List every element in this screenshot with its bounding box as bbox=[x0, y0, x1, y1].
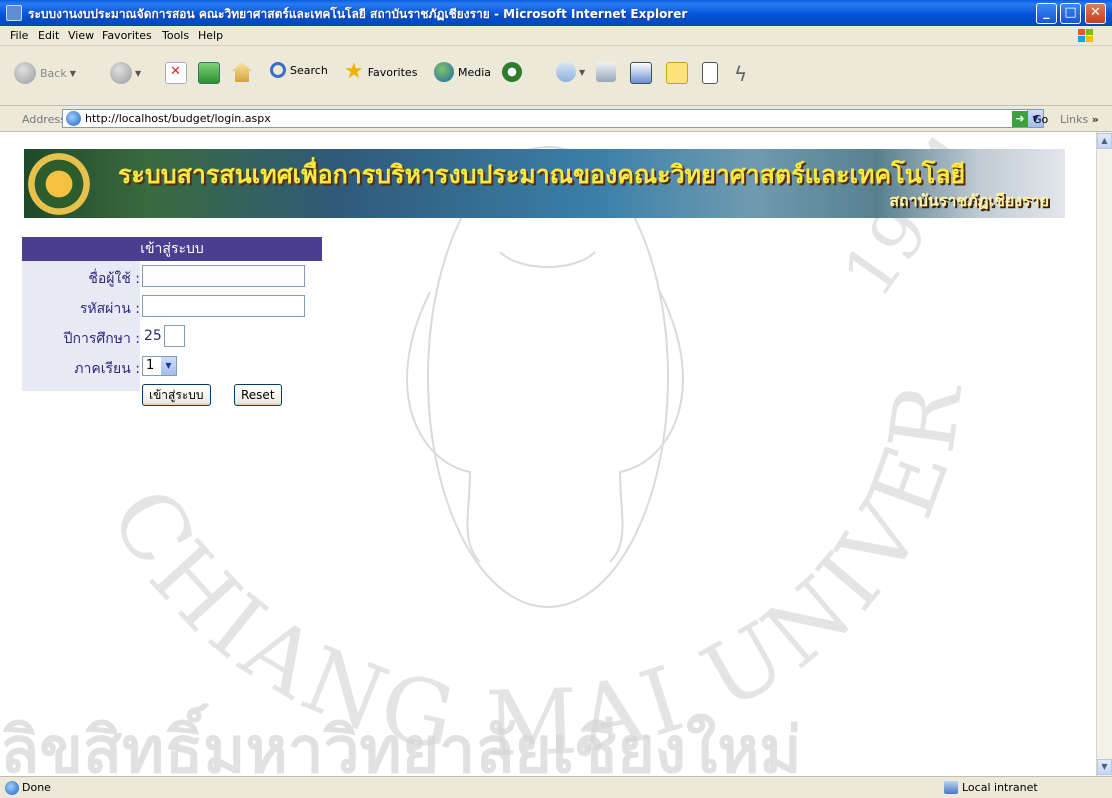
menu-favorites[interactable]: Favorites bbox=[102, 29, 152, 42]
scroll-up-icon[interactable]: ▲ bbox=[1097, 133, 1112, 149]
research-icon bbox=[702, 62, 718, 84]
watermark-arc-text: CHIANG MAI UNIVERSITY bbox=[0, 132, 978, 776]
status-bar: Done Local intranet bbox=[0, 776, 1112, 798]
year-row: ปีการศึกษา : 25 bbox=[22, 321, 322, 351]
password-label: รหัสผ่าน : bbox=[79, 298, 140, 320]
go-arrow-icon: ➜ bbox=[1012, 111, 1028, 127]
status-text: Done bbox=[22, 781, 51, 794]
messenger-button[interactable]: ϟ bbox=[734, 62, 747, 86]
password-row: รหัสผ่าน : bbox=[22, 291, 322, 321]
menu-view[interactable]: View bbox=[68, 29, 94, 42]
address-label: Address bbox=[22, 113, 66, 126]
back-arrow-icon bbox=[14, 62, 36, 84]
login-header: เข้าสู่ระบบ bbox=[22, 237, 322, 261]
menu-edit[interactable]: Edit bbox=[38, 29, 59, 42]
forward-arrow-icon bbox=[110, 62, 132, 84]
discuss-button[interactable] bbox=[666, 62, 688, 84]
page-content: CHIANG MAI UNIVERSITY 1964 ลิขสิทธิ์มหาว… bbox=[0, 132, 1096, 776]
edit-page-icon bbox=[630, 62, 652, 84]
watermark-bottom-text: ลิขสิทธิ์มหาวิทยาลัยเชียงใหม่ bbox=[0, 703, 802, 776]
maximize-button[interactable]: □ bbox=[1060, 3, 1081, 24]
chevron-down-icon[interactable]: ▼ bbox=[161, 357, 176, 375]
window-title-bar[interactable]: ระบบงานงบประมาณจัดการสอน คณะวิทยาศาสตร์แ… bbox=[0, 0, 1112, 26]
menu-tools[interactable]: Tools bbox=[162, 29, 189, 42]
banner-subtitle: สถาบันราชภัฏเชียงราย bbox=[889, 191, 1049, 210]
banner-title: ระบบสารสนเทศเพื่อการบริหารงบประมาณของคณะ… bbox=[118, 160, 966, 189]
media-button[interactable]: Media bbox=[434, 62, 491, 82]
username-row: ชื่อผู้ใช้ : bbox=[22, 261, 322, 291]
year-label: ปีการศึกษา : bbox=[63, 328, 140, 350]
standard-toolbar: Back ▼ ▼ ✕ Search ★ Favorites Media ▼ ϟ bbox=[0, 46, 1112, 106]
login-submit-button[interactable]: เข้าสู่ระบบ bbox=[142, 384, 211, 406]
stop-button[interactable]: ✕ bbox=[165, 62, 187, 84]
mail-button[interactable]: ▼ bbox=[556, 62, 585, 82]
printer-icon bbox=[596, 62, 616, 82]
username-label: ชื่อผู้ใช้ : bbox=[88, 268, 140, 290]
password-input[interactable] bbox=[142, 295, 305, 317]
menu-help[interactable]: Help bbox=[198, 29, 223, 42]
semester-label: ภาคเรียน : bbox=[74, 358, 140, 380]
close-button[interactable]: ✕ bbox=[1085, 3, 1106, 24]
lightning-icon: ϟ bbox=[734, 62, 748, 86]
address-bar: Address http://localhost/budget/login.as… bbox=[0, 106, 1112, 132]
chevron-down-icon: ▼ bbox=[135, 68, 142, 78]
menu-bar: File Edit View Favorites Tools Help bbox=[0, 26, 1112, 46]
edit-button[interactable] bbox=[630, 62, 652, 84]
button-row: เข้าสู่ระบบ Reset bbox=[22, 381, 322, 411]
semester-row: ภาคเรียน : 1 ▼ bbox=[22, 351, 322, 381]
stop-icon: ✕ bbox=[165, 62, 187, 84]
search-button[interactable]: Search bbox=[270, 62, 328, 78]
ie-page-icon bbox=[5, 781, 19, 795]
chevron-down-icon: ▼ bbox=[579, 67, 586, 77]
print-button[interactable] bbox=[596, 62, 616, 82]
minimize-button[interactable]: _ bbox=[1036, 3, 1057, 24]
ie-page-icon bbox=[6, 5, 22, 21]
address-input[interactable]: http://localhost/budget/login.aspx ▼ bbox=[62, 109, 1044, 128]
semester-value: 1 bbox=[146, 358, 155, 373]
year-prefix: 25 bbox=[144, 328, 162, 344]
forward-button[interactable]: ▼ bbox=[110, 62, 141, 84]
university-watermark: CHIANG MAI UNIVERSITY 1964 ลิขสิทธิ์มหาว… bbox=[0, 132, 996, 776]
history-button[interactable] bbox=[502, 62, 522, 82]
ie-page-icon bbox=[66, 111, 81, 126]
star-icon: ★ bbox=[344, 59, 364, 84]
back-button[interactable]: Back ▼ bbox=[14, 62, 76, 84]
reset-button[interactable]: Reset bbox=[234, 384, 282, 406]
refresh-icon bbox=[198, 62, 220, 84]
header-banner: ระบบสารสนเทศเพื่อการบริหารงบประมาณของคณะ… bbox=[24, 149, 1065, 218]
intranet-zone-icon bbox=[944, 781, 958, 794]
search-icon bbox=[270, 62, 286, 78]
windows-logo-icon bbox=[1078, 29, 1093, 42]
menu-file[interactable]: File bbox=[10, 29, 28, 42]
research-button[interactable] bbox=[702, 62, 718, 84]
home-button[interactable] bbox=[232, 62, 252, 82]
login-form: เข้าสู่ระบบ ชื่อผู้ใช้ : รหัสผ่าน : ปีกา… bbox=[22, 237, 322, 411]
security-zone: Local intranet bbox=[962, 781, 1038, 794]
links-button[interactable]: Links » bbox=[1060, 113, 1099, 126]
address-url[interactable]: http://localhost/budget/login.aspx bbox=[85, 112, 271, 125]
scroll-down-icon[interactable]: ▼ bbox=[1097, 759, 1112, 775]
media-icon bbox=[434, 62, 454, 82]
window-title: ระบบงานงบประมาณจัดการสอน คณะวิทยาศาสตร์แ… bbox=[28, 7, 688, 21]
institute-logo bbox=[28, 153, 90, 215]
note-icon bbox=[666, 62, 688, 84]
username-input[interactable] bbox=[142, 265, 305, 287]
mail-icon bbox=[556, 62, 576, 82]
semester-select[interactable]: 1 ▼ bbox=[142, 356, 177, 376]
svg-text:CHIANG MAI UNIVERSITY: CHIANG MAI UNIVERSITY bbox=[0, 132, 984, 776]
refresh-button[interactable] bbox=[198, 62, 220, 84]
home-icon bbox=[232, 62, 252, 82]
go-button[interactable]: ➜ Go bbox=[1012, 111, 1048, 127]
year-input[interactable] bbox=[164, 325, 185, 347]
chevron-down-icon: ▼ bbox=[69, 68, 76, 78]
vertical-scrollbar[interactable]: ▲ ▼ bbox=[1096, 132, 1112, 776]
favorites-button[interactable]: ★ Favorites bbox=[344, 59, 417, 84]
history-icon bbox=[502, 62, 522, 82]
